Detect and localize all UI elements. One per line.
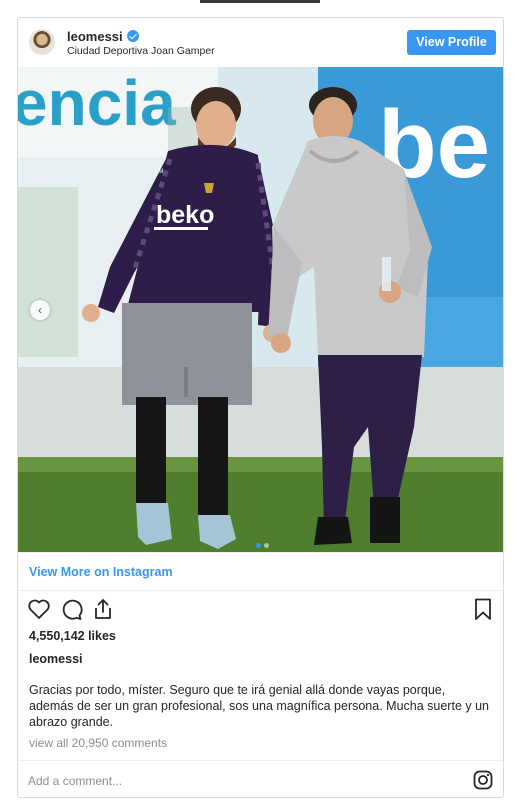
divider <box>18 590 503 591</box>
avatar[interactable] <box>29 29 55 55</box>
carousel-dot-2 <box>264 543 269 548</box>
bookmark-icon[interactable] <box>470 596 496 622</box>
top-strip <box>0 0 522 3</box>
post-header: leomessi Ciudad Deportiva Joan Gamper Vi… <box>18 18 503 67</box>
wall-text-left: encia <box>18 67 176 139</box>
instagram-embed-card: leomessi Ciudad Deportiva Joan Gamper Vi… <box>17 17 504 798</box>
carousel-indicator <box>256 535 272 552</box>
likes-count[interactable]: 4,550,142 likes <box>29 629 116 643</box>
username-row[interactable]: leomessi <box>67 29 139 44</box>
photo-illustration: encia be me Az beko <box>18 67 503 552</box>
heart-icon[interactable] <box>26 596 52 622</box>
location[interactable]: Ciudad Deportiva Joan Gamper <box>67 45 215 57</box>
view-all-comments-link[interactable]: view all 20,950 comments <box>29 736 167 750</box>
add-comment-bar[interactable]: Add a comment... <box>18 760 503 798</box>
chevron-left-icon[interactable]: ‹ <box>30 300 50 320</box>
jersey-initials: LM <box>155 169 163 175</box>
caption-text: Gracias por todo, míster. Seguro que te … <box>29 683 489 729</box>
view-profile-button[interactable]: View Profile <box>407 30 496 55</box>
carousel-dot-1 <box>256 543 261 548</box>
caption-username[interactable]: leomessi <box>29 652 83 666</box>
action-bar <box>18 596 503 624</box>
jersey-sponsor: beko <box>156 201 214 229</box>
comment-icon[interactable] <box>58 596 84 622</box>
username[interactable]: leomessi <box>67 29 123 44</box>
view-more-link[interactable]: View More on Instagram <box>29 565 173 579</box>
post-photo[interactable]: encia be me Az beko <box>18 67 503 552</box>
add-comment-placeholder[interactable]: Add a comment... <box>28 774 122 788</box>
divider <box>18 552 503 553</box>
instagram-icon[interactable] <box>473 770 493 790</box>
share-icon[interactable] <box>90 596 116 622</box>
verified-badge-icon <box>126 30 139 42</box>
